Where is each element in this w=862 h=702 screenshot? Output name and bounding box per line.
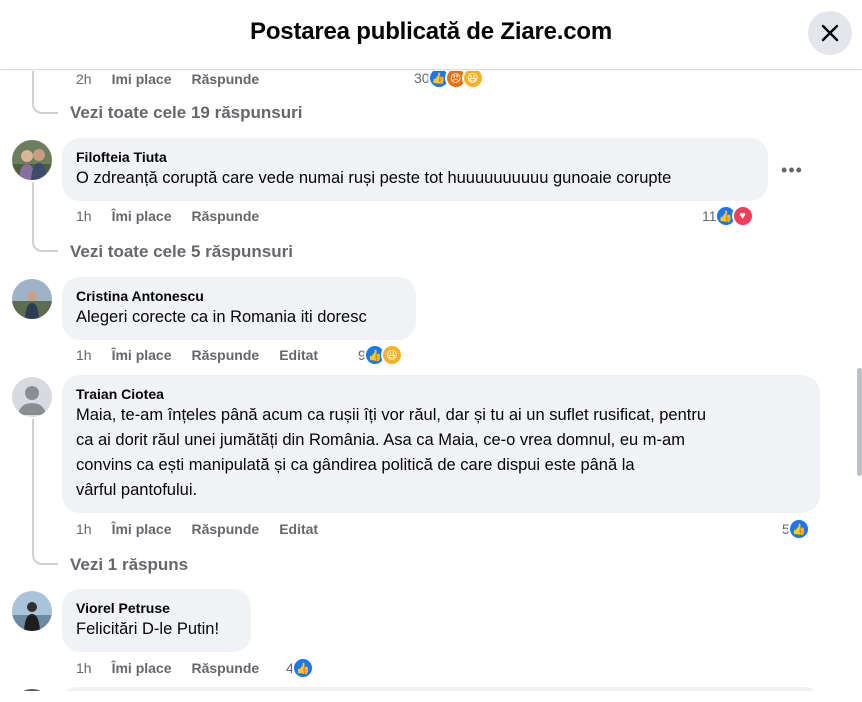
thread-line xyxy=(32,419,34,554)
like-link[interactable]: Îmi place xyxy=(112,660,172,676)
comment-text-line: Maia, te-am înțeles până acum ca rușii î… xyxy=(76,406,707,424)
avatar[interactable] xyxy=(12,591,52,631)
comment-text-line: convins ca ești manipulată și ca gândire… xyxy=(76,456,635,474)
dialog-header: Postarea publicată de Ziare.com xyxy=(0,0,862,70)
comment-actions: 1h Îmi place Răspunde xyxy=(76,208,279,224)
haha-reaction-icon: 😆 xyxy=(380,344,403,366)
close-button[interactable] xyxy=(808,11,852,55)
comments-list[interactable]: 2h Imi place Răspunde 30 👍 😠 😆 Vezi toat… xyxy=(0,71,862,691)
comment-time[interactable]: 1h xyxy=(76,347,92,363)
comment-bubble: Traian Ciotea Maia, te-am înțeles până a… xyxy=(62,375,820,513)
avatar[interactable] xyxy=(12,689,52,691)
comment-bubble: Cristina Antonescu Alegeri corecte ca in… xyxy=(62,277,416,340)
comment-author[interactable]: Filofteia Tiuta xyxy=(76,148,754,166)
reactions-summary[interactable]: 9 👍 😆 xyxy=(358,344,403,366)
view-replies-link[interactable]: Vezi 1 răspuns xyxy=(70,555,188,575)
reply-connector xyxy=(32,543,58,565)
comment-actions: 1h Îmi place Răspunde Editat xyxy=(76,347,338,363)
like-link[interactable]: Îmi place xyxy=(112,347,172,363)
reply-connector xyxy=(32,93,58,114)
comment-time[interactable]: 1h xyxy=(76,660,92,676)
comment-author[interactable]: Traian Ciotea xyxy=(76,385,806,403)
comment-text: Alegeri corecte ca in Romania iti doresc xyxy=(76,308,367,326)
comment-text: O zdreanță coruptă care vede numai ruși … xyxy=(76,169,672,187)
avatar[interactable] xyxy=(12,279,52,319)
reply-link[interactable]: Răspunde xyxy=(192,347,260,363)
dialog-title: Postarea publicată de Ziare.com xyxy=(250,18,612,45)
comment-author[interactable]: Viorel Petruse xyxy=(76,599,237,617)
comment-actions: 1h Îmi place Răspunde xyxy=(76,660,279,676)
reply-link[interactable]: Răspunde xyxy=(192,521,260,537)
avatar[interactable] xyxy=(12,377,52,417)
comment-time[interactable]: 2h xyxy=(76,71,92,87)
comment-time[interactable]: 1h xyxy=(76,208,92,224)
reactions-summary[interactable]: 4 👍 xyxy=(286,657,314,679)
love-reaction-icon: ♥ xyxy=(731,205,754,227)
reply-link[interactable]: Răspunde xyxy=(192,71,260,87)
comment-text: Felicitări D-le Putin! xyxy=(76,620,220,638)
like-reaction-icon: 👍 xyxy=(787,518,810,540)
like-reaction-icon: 👍 xyxy=(291,657,314,679)
haha-reaction-icon: 😆 xyxy=(461,71,484,89)
comment-actions: 2h Imi place Răspunde xyxy=(76,71,279,87)
like-link[interactable]: Îmi place xyxy=(112,208,172,224)
comment-actions: 1h Îmi place Răspunde Editat xyxy=(76,521,338,537)
comment-time[interactable]: 1h xyxy=(76,521,92,537)
comment-text-line: vârful pantofului. xyxy=(76,481,198,499)
close-icon xyxy=(821,24,839,42)
view-replies-link[interactable]: Vezi toate cele 19 răspunsuri xyxy=(70,103,302,123)
comment-text: Maia, te-am înțeles până acum ca rușii î… xyxy=(76,403,806,503)
edited-label: Editat xyxy=(279,521,319,537)
comment-author[interactable]: Cristina Antonescu xyxy=(76,287,402,305)
comment-bubble-partial xyxy=(62,687,820,691)
reply-link[interactable]: Răspunde xyxy=(192,208,260,224)
reactions-summary[interactable]: 30 👍 😠 😆 xyxy=(414,71,484,89)
reply-connector xyxy=(32,230,58,252)
scrollbar-thumb[interactable] xyxy=(857,368,862,476)
like-link[interactable]: Imi place xyxy=(112,71,172,87)
view-replies-link[interactable]: Vezi toate cele 5 răspunsuri xyxy=(70,242,293,262)
comment-text-line: ca ai dorit răul unei jumătăți din Român… xyxy=(76,431,685,449)
reactions-summary[interactable]: 5 👍 xyxy=(782,518,810,540)
comment-bubble: Viorel Petruse Felicitări D-le Putin! xyxy=(62,589,251,652)
reactions-summary[interactable]: 11 👍 ♥ xyxy=(702,205,754,227)
comment-bubble: Filofteia Tiuta O zdreanță coruptă care … xyxy=(62,138,768,201)
more-options-icon[interactable]: ••• xyxy=(777,155,807,185)
like-link[interactable]: Îmi place xyxy=(112,521,172,537)
avatar[interactable] xyxy=(12,140,52,180)
reply-link[interactable]: Răspunde xyxy=(192,660,260,676)
edited-label: Editat xyxy=(279,347,319,363)
